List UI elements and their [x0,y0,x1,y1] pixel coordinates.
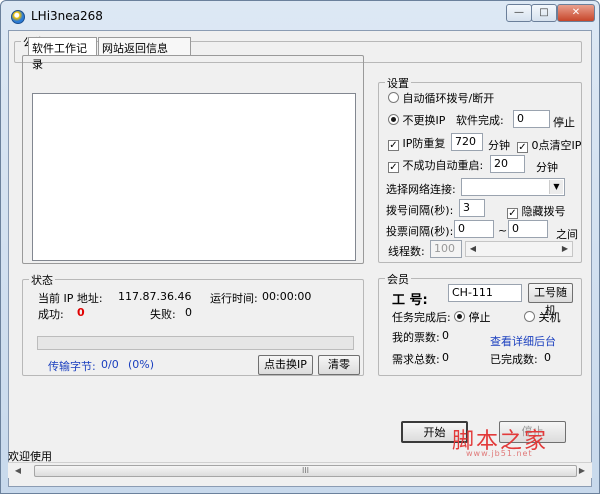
app-icon [11,10,25,24]
no-change-ip-label: 不更换IP [402,114,446,127]
auto-cycle-option[interactable]: 自动循环拨号/断开 [388,90,494,106]
threads-slider[interactable]: ◀ ▶ [465,241,573,257]
ip-guard-checkbox[interactable]: ✓ [388,140,399,151]
total-need-label: 需求总数: [392,353,440,366]
title-bar[interactable]: LHi3nea268 — □ ✕ [1,1,599,31]
done-label: 已完成数: [490,353,538,366]
vote-tilde: ~ [498,224,508,237]
vote-interval-to[interactable]: 0 [508,220,548,238]
minute-label: 分钟 [488,139,510,152]
scroll-thumb[interactable]: III [34,465,577,477]
transfer-percent: (0%) [128,358,155,371]
network-label: 选择网络连接: [386,183,456,196]
vote-interval-from[interactable]: 0 [454,220,494,238]
success-label: 成功: [38,308,64,321]
clear-ip-label: 0点清空IP [531,139,582,152]
runtime-value: 00:00:00 [262,290,312,303]
auto-restart-label: 不成功自动重启: [402,159,484,172]
after-done-label: 任务完成后: [392,311,451,324]
network-select[interactable]: ▼ [461,178,565,196]
member-id-label: 工 号: [392,293,428,308]
maximize-button[interactable]: □ [531,4,557,22]
my-votes-value: 0 [442,329,449,342]
after-done-shutdown-label: 关机 [538,311,561,324]
scroll-left-icon[interactable]: ◀ [10,464,26,478]
stop-label: 停止 [553,116,575,129]
tab-site-response[interactable]: 网站返回信息 [98,37,191,55]
scroll-right-icon[interactable]: ▶ [558,242,572,256]
auto-restart-input[interactable]: 20 [490,155,525,173]
ip-guard-label: IP防重复 [402,137,446,150]
dial-interval-input[interactable]: 3 [459,199,485,217]
auto-cycle-radio[interactable] [388,92,399,103]
auto-restart-option[interactable]: ✓ 不成功自动重启: [388,157,483,173]
software-done-input[interactable]: 0 [513,110,550,128]
hide-dial-option[interactable]: ✓ 隐藏拨号 [507,203,566,219]
auto-restart-checkbox[interactable]: ✓ [388,162,399,173]
after-done-stop-option[interactable]: 停止 [454,309,491,325]
transfer-label: 传输字节: [48,360,96,373]
window-title: LHi3nea268 [31,9,103,23]
no-change-ip-option[interactable]: 不更换IP [388,112,445,128]
fail-value: 0 [185,306,192,319]
close-button[interactable]: ✕ [557,4,595,22]
horizontal-scrollbar[interactable]: ◀ III ▶ [8,462,592,478]
after-done-stop-label: 停止 [468,311,491,324]
vote-interval-label: 投票间隔(秒): [386,225,454,238]
total-need-value: 0 [442,351,449,364]
done-value: 0 [544,351,551,364]
change-ip-button[interactable]: 点击换IP [258,355,313,375]
no-change-ip-radio[interactable] [388,114,399,125]
after-done-shutdown-option[interactable]: 关机 [524,309,561,325]
software-done-label: 软件完成: [456,114,504,127]
clear-button[interactable]: 清零 [318,355,360,375]
scroll-right-icon[interactable]: ▶ [574,464,590,478]
dial-interval-label: 拨号间隔(秒): [386,204,454,217]
runtime-label: 运行时间: [210,292,258,305]
minute-label-2: 分钟 [536,161,558,174]
log-textarea[interactable] [32,93,356,261]
ip-guard-option[interactable]: ✓ IP防重复 [388,135,445,151]
ip-label: 当前 IP 地址: [38,292,103,305]
hide-dial-checkbox[interactable]: ✓ [507,208,518,219]
member-label: 会员 [385,271,411,287]
scroll-left-icon[interactable]: ◀ [466,242,480,256]
status-bar: 欢迎使用 [8,448,592,463]
success-value: 0 [77,306,85,319]
random-id-button[interactable]: 工号随机 [528,283,573,317]
after-done-stop-radio[interactable] [454,311,465,322]
my-votes-label: 我的票数: [392,331,440,344]
status-label: 状态 [29,272,55,288]
clear-ip-option[interactable]: ✓ 0点清空IP [517,137,581,153]
clear-ip-checkbox[interactable]: ✓ [517,142,528,153]
threads-input[interactable]: 100 [430,240,462,258]
threads-label: 线程数: [388,245,425,258]
transfer-value: 0/0 [101,358,119,371]
hide-dial-label: 隐藏拨号 [521,205,566,218]
chevron-down-icon[interactable]: ▼ [549,180,563,194]
after-done-shutdown-radio[interactable] [524,311,535,322]
transfer-progress-bar [37,336,354,350]
backend-link[interactable]: 查看详细后台 [490,333,556,349]
between-label: 之间 [556,228,578,241]
minimize-button[interactable]: — [506,4,532,22]
auto-cycle-label: 自动循环拨号/断开 [402,92,495,105]
member-id-input[interactable]: CH-111 [448,284,522,302]
ip-value: 117.87.36.46 [118,290,192,303]
ip-guard-input[interactable]: 720 [451,133,483,151]
fail-label: 失败: [150,308,176,321]
settings-label: 设置 [385,75,411,91]
tab-software-log[interactable]: 软件工作记录 [28,37,97,71]
